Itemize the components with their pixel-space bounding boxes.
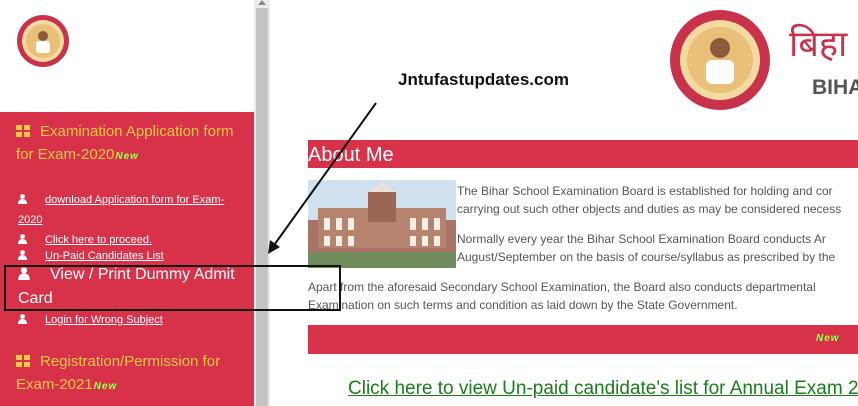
annotation-arrow-icon <box>268 102 377 254</box>
annotation-highlight-box <box>4 265 341 311</box>
